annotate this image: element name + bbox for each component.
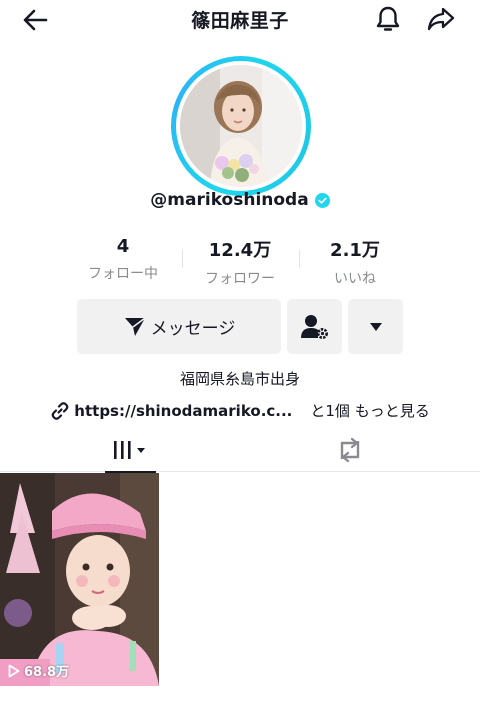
message-button[interactable]: メッセージ [77, 299, 281, 354]
user-settings-icon [300, 314, 328, 339]
followers-stat[interactable]: 12.4万 フォロワー [180, 236, 300, 288]
suggested-accounts-button[interactable] [287, 299, 342, 354]
following-count: 4 [116, 236, 130, 257]
likes-stat[interactable]: 2.1万 いいね [295, 236, 415, 288]
bio-text: 福岡県糸島市出身 [179, 370, 300, 388]
repost-icon [340, 437, 360, 463]
verified-badge-icon [314, 192, 330, 208]
likes-label: いいね [334, 271, 376, 287]
avatar-image [180, 65, 302, 187]
avatar-frame [176, 61, 306, 191]
bio-link-row[interactable]: https://shinodamariko.c... と1個 もっと見る [0, 400, 480, 421]
video-views: 68.8万 [8, 661, 69, 680]
share-button[interactable] [425, 3, 457, 35]
likes-count: 2.1万 [330, 240, 380, 261]
followers-label: フォロワー [205, 271, 275, 287]
video-thumbnail[interactable]: 68.8万 [0, 473, 159, 686]
link-icon [51, 401, 69, 420]
top-bar: 篠田麻里子 [0, 0, 480, 40]
profile-stats: 4 フォロー中 12.4万 フォロワー 2.1万 いいね [0, 236, 480, 288]
page-title: 篠田麻里子 [191, 10, 289, 32]
video-view-count: 68.8万 [24, 665, 70, 680]
tab-reposts[interactable] [230, 428, 470, 472]
video-thumbnail-image [0, 473, 159, 686]
more-links[interactable]: と1個 もっと見る [310, 400, 429, 421]
handle-row: @marikoshinoda [0, 190, 480, 210]
username: @marikoshinoda [150, 190, 309, 210]
following-stat[interactable]: 4 フォロー中 [63, 236, 183, 283]
profile-avatar[interactable] [171, 56, 311, 196]
video-grid-icon [114, 441, 145, 459]
followers-count: 12.4万 [208, 240, 272, 261]
message-button-label: メッセージ [150, 319, 236, 339]
following-label: フォロー中 [88, 266, 158, 282]
bio-link[interactable]: https://shinodamariko.c... [74, 402, 292, 420]
tab-videos[interactable] [10, 428, 250, 473]
notification-button[interactable] [372, 3, 404, 35]
bell-icon [376, 6, 400, 31]
content-tabs [0, 428, 480, 473]
more-options-button[interactable] [348, 299, 403, 354]
share-arrow-icon [427, 7, 455, 31]
play-outline-icon [8, 664, 20, 677]
caret-down-icon [369, 322, 382, 331]
send-icon [124, 316, 146, 336]
